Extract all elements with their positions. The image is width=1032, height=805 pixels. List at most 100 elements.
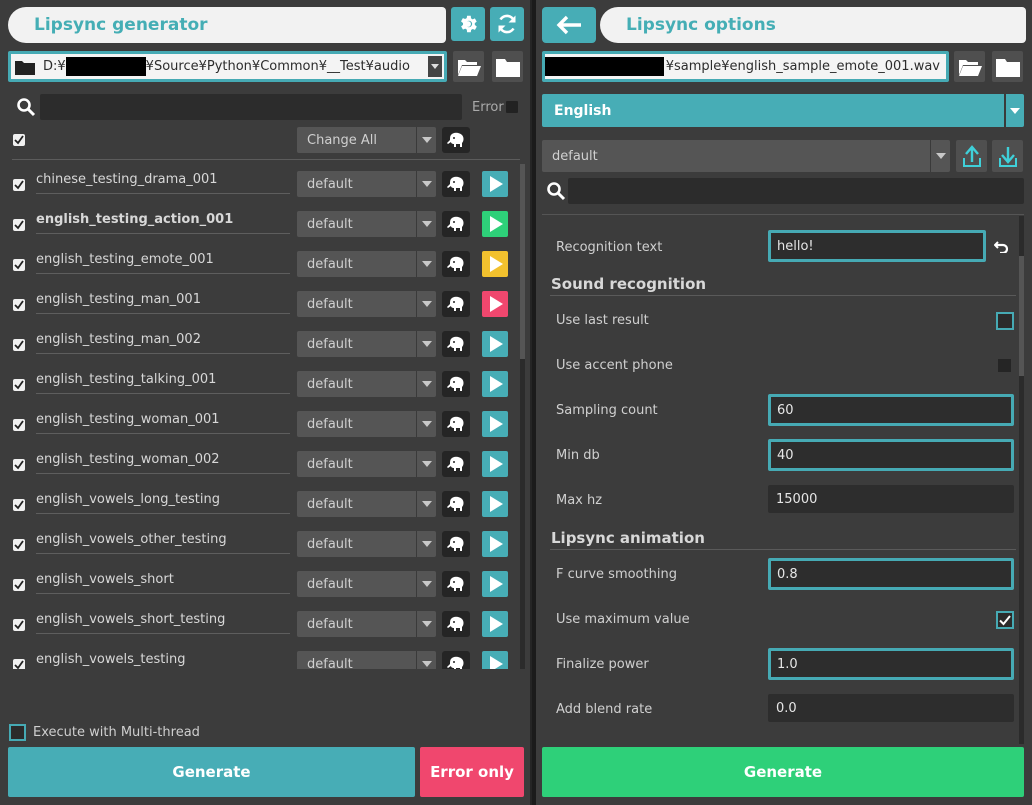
file-list-item[interactable]: english_testing_action_001 default xyxy=(0,204,520,244)
folder-button[interactable] xyxy=(492,51,523,82)
multithread-checkbox[interactable] xyxy=(9,724,26,741)
file-preset-dropdown[interactable]: default xyxy=(297,371,436,397)
play-button[interactable] xyxy=(482,211,508,237)
play-button[interactable] xyxy=(482,251,508,277)
play-button[interactable] xyxy=(482,651,508,669)
file-name-link[interactable]: english_vowels_short_testing xyxy=(36,612,290,634)
error-only-button[interactable]: Error only xyxy=(420,747,524,797)
file-preset-dropdown[interactable]: default xyxy=(297,451,436,477)
play-button[interactable] xyxy=(482,371,508,397)
play-button[interactable] xyxy=(482,611,508,637)
play-button[interactable] xyxy=(482,411,508,437)
open-file-button[interactable] xyxy=(954,51,985,82)
file-preset-dropdown[interactable]: default xyxy=(297,331,436,357)
use-maximum-value-checkbox[interactable] xyxy=(996,611,1014,629)
preset-dropdown[interactable]: default xyxy=(542,140,950,172)
file-checkbox[interactable] xyxy=(13,219,25,231)
file-preset-dropdown[interactable]: default xyxy=(297,611,436,637)
file-checkbox[interactable] xyxy=(13,379,25,391)
play-button[interactable] xyxy=(482,571,508,597)
file-checkbox[interactable] xyxy=(13,339,25,351)
language-dropdown[interactable]: English xyxy=(542,94,1024,127)
file-list-item[interactable]: english_vowels_testing default xyxy=(0,644,520,669)
folder-button[interactable] xyxy=(992,51,1023,82)
change-all-elephant-button[interactable] xyxy=(442,127,470,153)
use-last-result-checkbox[interactable] xyxy=(996,312,1014,330)
file-checkbox[interactable] xyxy=(13,619,25,631)
file-name-link[interactable]: english_testing_man_001 xyxy=(36,292,290,314)
file-checkbox[interactable] xyxy=(13,419,25,431)
file-list-scrollbar[interactable] xyxy=(520,164,525,669)
options-search-input[interactable] xyxy=(568,178,1024,204)
file-list-item[interactable]: english_testing_emote_001 default xyxy=(0,244,520,284)
file-elephant-button[interactable] xyxy=(442,411,470,437)
file-elephant-button[interactable] xyxy=(442,451,470,477)
add-blend-rate-input[interactable]: 0.0 xyxy=(768,694,1014,722)
file-name-link[interactable]: english_testing_woman_001 xyxy=(36,412,290,434)
file-list-item[interactable]: english_testing_woman_001 default xyxy=(0,404,520,444)
file-checkbox[interactable] xyxy=(13,459,25,471)
file-checkbox[interactable] xyxy=(13,539,25,551)
file-checkbox[interactable] xyxy=(13,659,25,669)
play-button[interactable] xyxy=(482,171,508,197)
options-scrollbar[interactable] xyxy=(1019,216,1024,744)
generate-button[interactable]: Generate xyxy=(8,747,415,797)
file-list-item[interactable]: english_vowels_long_testing default xyxy=(0,484,520,524)
file-checkbox[interactable] xyxy=(13,579,25,591)
file-list-item[interactable]: english_testing_talking_001 default xyxy=(0,364,520,404)
recognition-text-input[interactable]: hello! xyxy=(768,230,986,262)
play-button[interactable] xyxy=(482,291,508,317)
file-name-link[interactable]: english_vowels_long_testing xyxy=(36,492,290,514)
undo-icon[interactable] xyxy=(994,240,1008,253)
file-preset-dropdown[interactable]: default xyxy=(297,531,436,557)
file-list-item[interactable]: english_vowels_short_testing default xyxy=(0,604,520,644)
file-elephant-button[interactable] xyxy=(442,171,470,197)
sampling-count-input[interactable]: 60 xyxy=(768,394,1014,426)
file-preset-dropdown[interactable]: default xyxy=(297,251,436,277)
file-name-link[interactable]: english_vowels_testing xyxy=(36,652,290,669)
max-hz-input[interactable]: 15000 xyxy=(768,485,1014,513)
file-name-link[interactable]: chinese_testing_drama_001 xyxy=(36,172,290,194)
use-accent-phone-checkbox[interactable] xyxy=(998,359,1011,372)
play-button[interactable] xyxy=(482,451,508,477)
import-preset-button[interactable] xyxy=(956,140,987,172)
file-elephant-button[interactable] xyxy=(442,611,470,637)
file-elephant-button[interactable] xyxy=(442,211,470,237)
options-generate-button[interactable]: Generate xyxy=(542,747,1024,797)
file-elephant-button[interactable] xyxy=(442,331,470,357)
file-checkbox[interactable] xyxy=(13,259,25,271)
file-checkbox[interactable] xyxy=(13,499,25,511)
audio-folder-path[interactable]: D:¥ ¥Source¥Python¥Common¥__Test¥audio xyxy=(8,51,447,82)
error-filter-checkbox[interactable] xyxy=(506,101,518,113)
audio-file-path[interactable]: ¥sample¥english_sample_emote_001.wav xyxy=(542,51,949,82)
file-preset-dropdown[interactable]: default xyxy=(297,171,436,197)
file-list-item[interactable]: english_vowels_short default xyxy=(0,564,520,604)
file-preset-dropdown[interactable]: default xyxy=(297,291,436,317)
min-db-input[interactable]: 40 xyxy=(768,439,1014,471)
play-button[interactable] xyxy=(482,531,508,557)
file-name-link[interactable]: english_testing_talking_001 xyxy=(36,372,290,394)
path-dropdown-button[interactable] xyxy=(428,56,442,77)
file-preset-dropdown[interactable]: default xyxy=(297,491,436,517)
file-list-scrollbar-thumb[interactable] xyxy=(520,164,525,359)
file-elephant-button[interactable] xyxy=(442,491,470,517)
file-preset-dropdown[interactable]: default xyxy=(297,571,436,597)
back-button[interactable] xyxy=(542,7,596,43)
file-list-item[interactable]: english_testing_man_001 default xyxy=(0,284,520,324)
file-name-link[interactable]: english_testing_man_002 xyxy=(36,332,290,354)
file-elephant-button[interactable] xyxy=(442,571,470,597)
export-preset-button[interactable] xyxy=(992,140,1023,172)
file-name-link[interactable]: english_testing_woman_002 xyxy=(36,452,290,474)
open-folder-button[interactable] xyxy=(453,51,484,82)
file-list-item[interactable]: english_testing_man_002 default xyxy=(0,324,520,364)
file-preset-dropdown[interactable]: default xyxy=(297,411,436,437)
file-name-link[interactable]: english_testing_action_001 xyxy=(36,212,290,234)
file-name-link[interactable]: english_vowels_short xyxy=(36,572,290,594)
file-preset-dropdown[interactable]: default xyxy=(297,651,436,669)
select-all-checkbox[interactable] xyxy=(13,134,25,146)
file-elephant-button[interactable] xyxy=(442,371,470,397)
options-scrollbar-thumb[interactable] xyxy=(1019,256,1024,376)
file-checkbox[interactable] xyxy=(13,179,25,191)
file-name-link[interactable]: english_vowels_other_testing xyxy=(36,532,290,554)
play-button[interactable] xyxy=(482,331,508,357)
